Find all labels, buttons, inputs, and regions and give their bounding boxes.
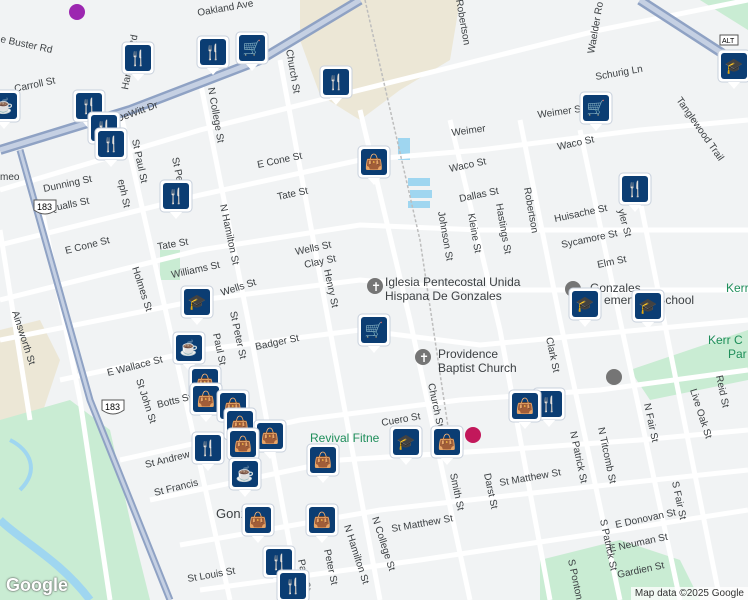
map-attribution[interactable]: Map data ©2025 Google — [630, 587, 748, 600]
shield-183-text: 183 — [37, 202, 52, 212]
restaurant-icon: 🍴 — [270, 553, 289, 571]
label-amo: meo — [0, 172, 20, 183]
bag-icon: 👜 — [313, 511, 332, 529]
us-183-shield: 183 — [33, 199, 57, 215]
pond-3 — [410, 190, 432, 198]
coffee-icon: ☕ — [236, 464, 255, 483]
school-icon: 🎓 — [639, 298, 658, 315]
cart-icon: 🛒 — [243, 39, 262, 57]
map-canvas[interactable]: Oakland Ave e Buster Rd Carroll St h DeW… — [0, 0, 748, 600]
poi-providence-line2[interactable]: Baptist Church — [438, 361, 517, 375]
alt-text: ALT — [722, 38, 735, 45]
coffee-icon: ☕ — [180, 338, 199, 357]
poi-providence-line1[interactable]: Providence — [438, 347, 498, 361]
restaurant-icon: 🍴 — [199, 439, 218, 457]
alt-shield: ALT — [719, 34, 739, 46]
poi-iglesia-line1[interactable]: Iglesia Pentecostal Unida — [385, 275, 521, 289]
restaurant-icon: 🍴 — [327, 73, 346, 91]
cart-icon: 🛒 — [365, 321, 384, 339]
restaurant-marker[interactable]: 🍴 — [276, 569, 310, 600]
bag-icon: 👜 — [365, 153, 384, 171]
restaurant-icon: 🍴 — [284, 577, 303, 595]
coffee-icon: ☕ — [0, 96, 13, 115]
bag-icon: 👜 — [438, 433, 457, 451]
restaurant-icon: 🍴 — [204, 43, 223, 61]
bag-icon: 👜 — [197, 390, 216, 408]
school-icon: 🎓 — [576, 296, 595, 313]
poi-kerr-creek-park: Par — [728, 347, 747, 361]
bag-icon: 👜 — [314, 451, 333, 469]
museum-icon[interactable] — [69, 4, 85, 20]
cross-glyph: ✝ — [419, 351, 429, 365]
restaurant-icon: 🍴 — [102, 135, 121, 153]
restaurant-icon: 🍴 — [540, 395, 559, 413]
poi-kerr-creek: Kerr C — [708, 333, 743, 347]
shop-icon[interactable] — [465, 427, 481, 443]
us-183-shield-2: 183 — [101, 399, 125, 415]
bag-icon: 👜 — [261, 427, 280, 445]
school-icon: 🎓 — [397, 434, 416, 451]
restaurant-icon: 🍴 — [626, 180, 645, 198]
poi-kerr: Kerr — [726, 281, 748, 295]
school-icon[interactable] — [606, 369, 622, 385]
restaurant-icon: 🍴 — [167, 187, 186, 205]
school-icon: 🎓 — [188, 294, 207, 311]
bag-icon: 👜 — [516, 397, 535, 415]
google-logo: Google — [6, 575, 68, 595]
shield-183-text-2: 183 — [105, 402, 120, 412]
restaurant-icon: 🍴 — [129, 49, 148, 67]
poi-revival-fitness[interactable]: Revival Fitne — [310, 431, 380, 445]
cart-icon: 🛒 — [587, 99, 606, 117]
bag-icon: 👜 — [234, 435, 253, 453]
school-icon: 🎓 — [725, 58, 744, 75]
cross-glyph: ✝ — [371, 280, 381, 294]
poi-iglesia-line2[interactable]: Hispana De Gonzales — [385, 289, 502, 303]
map[interactable]: Oakland Ave e Buster Rd Carroll St h DeW… — [0, 0, 748, 600]
bag-icon: 👜 — [249, 511, 268, 529]
pond-2 — [408, 178, 430, 186]
